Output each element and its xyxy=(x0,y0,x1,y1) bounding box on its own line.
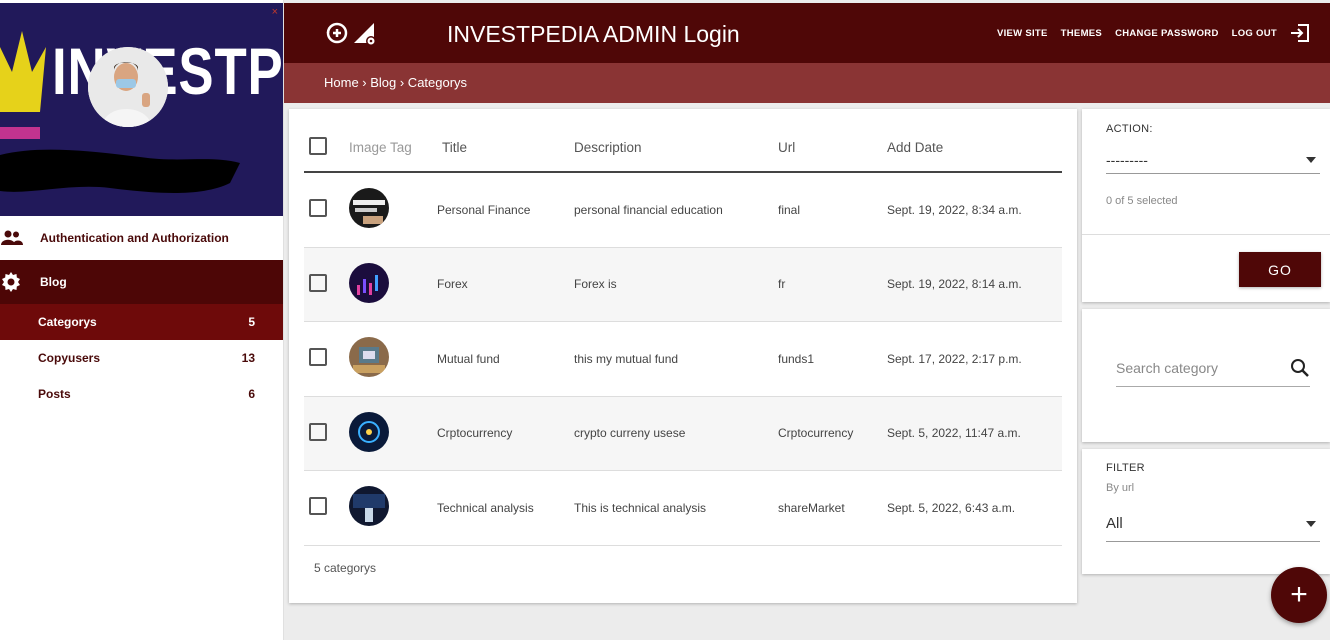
logo-text: INVESTPEDIA xyxy=(52,34,283,108)
column-header[interactable]: Add Date xyxy=(887,140,1057,155)
column-header[interactable]: Title xyxy=(437,140,574,155)
top-bar: INVESTPEDIA ADMIN Login VIEW SITE THEMES… xyxy=(284,3,1330,63)
sidebar-item-posts[interactable]: Posts 6 xyxy=(0,376,283,412)
filter-panel: FILTER By url All xyxy=(1082,449,1330,574)
page-title: INVESTPEDIA ADMIN Login xyxy=(447,21,740,47)
gear-icon xyxy=(0,272,40,292)
url-cell: final xyxy=(778,202,801,217)
table-row: Mutual fund this my mutual fund funds1 S… xyxy=(304,322,1062,397)
sidebar-nav: Authentication and Authorization Blog Ca… xyxy=(0,216,283,412)
column-header[interactable]: Image Tag xyxy=(349,140,437,155)
sidebar-item-copyusers[interactable]: Copyusers 13 xyxy=(0,340,283,376)
row-checkbox[interactable] xyxy=(309,422,327,441)
date-cell: Sept. 19, 2022, 8:14 a.m. xyxy=(887,277,1022,292)
breadcrumb[interactable]: Home › Blog › Categorys xyxy=(284,63,1330,103)
date-cell: Sept. 17, 2022, 2:17 p.m. xyxy=(887,351,1022,366)
view-site-link[interactable]: VIEW SITE xyxy=(997,28,1048,39)
table-row: Crptocurrency crypto curreny usese Crpto… xyxy=(304,396,1062,471)
sidebar-item-categorys[interactable]: Categorys 5 xyxy=(0,304,283,340)
sidebar-item-blog[interactable]: Blog xyxy=(0,260,283,304)
count-badge: 5 xyxy=(248,315,255,329)
top-nav: VIEW SITE THEMES CHANGE PASSWORD LOG OUT xyxy=(997,23,1310,43)
filter-label: FILTER xyxy=(1106,462,1145,474)
result-count: 5 categorys xyxy=(314,561,377,575)
date-cell: Sept. 5, 2022, 6:43 a.m. xyxy=(887,500,1016,515)
close-icon[interactable]: × xyxy=(272,6,278,18)
action-label: ACTION: xyxy=(1106,123,1153,135)
description-cell: Forex is xyxy=(574,277,617,292)
go-button[interactable]: GO xyxy=(1239,252,1321,287)
row-checkbox[interactable] xyxy=(309,273,327,292)
add-button[interactable]: + xyxy=(1271,567,1327,623)
logout-icon[interactable] xyxy=(1290,23,1310,43)
sidebar-item-label: Copyusers xyxy=(38,351,101,365)
count-badge: 13 xyxy=(241,351,255,365)
divider xyxy=(1082,234,1330,235)
avatar xyxy=(88,47,168,127)
thumbnail xyxy=(349,486,389,527)
sidebar-banner: INVESTPEDIA × xyxy=(0,3,283,216)
action-select-value: --------- xyxy=(1106,151,1148,168)
thumbnail xyxy=(349,188,389,229)
banner-accent xyxy=(0,127,40,139)
sidebar-item-label: Posts xyxy=(38,387,71,401)
search-icon[interactable] xyxy=(1290,358,1310,378)
sidebar-item-label: Authentication and Authorization xyxy=(40,231,229,245)
table-row: Technical analysis This is technical ana… xyxy=(304,471,1062,546)
logout-link[interactable]: LOG OUT xyxy=(1232,28,1277,39)
url-cell: shareMarket xyxy=(778,500,845,515)
description-cell: personal financial education xyxy=(574,202,723,217)
results-card: Image Tag Title Description Url Add Date… xyxy=(289,109,1077,603)
chevron-down-icon xyxy=(1306,520,1316,527)
results-table: Image Tag Title Description Url Add Date… xyxy=(304,124,1062,546)
date-cell: Sept. 19, 2022, 8:34 a.m. xyxy=(887,202,1022,217)
date-cell: Sept. 5, 2022, 11:47 a.m. xyxy=(887,426,1021,441)
logo-icon xyxy=(326,22,376,46)
title-link[interactable]: Technical analysis xyxy=(437,501,574,515)
count-badge: 6 xyxy=(248,387,255,401)
thumbnail xyxy=(349,411,389,452)
title-link[interactable]: Crptocurrency xyxy=(437,426,574,440)
sidebar-item-label: Categorys xyxy=(38,315,97,329)
sidebar-item-label: Blog xyxy=(40,275,67,289)
filter-select[interactable]: All xyxy=(1106,506,1320,542)
sidebar-item-auth[interactable]: Authentication and Authorization xyxy=(0,216,283,260)
themes-link[interactable]: THEMES xyxy=(1061,28,1102,39)
action-panel: ACTION: --------- 0 of 5 selected GO xyxy=(1082,109,1330,302)
row-checkbox[interactable] xyxy=(309,199,327,218)
filter-sublabel: By url xyxy=(1106,482,1135,494)
description-cell: this my mutual fund xyxy=(574,351,679,366)
title-link[interactable]: Mutual fund xyxy=(437,352,574,366)
search-panel: Search category xyxy=(1082,309,1330,442)
search-placeholder: Search category xyxy=(1116,359,1218,376)
sidebar: INVESTPEDIA × Authentication and Authori… xyxy=(0,0,284,640)
row-checkbox[interactable] xyxy=(309,497,327,516)
url-cell: funds1 xyxy=(778,351,815,366)
crown-logo xyxy=(0,31,46,112)
selection-status: 0 of 5 selected xyxy=(1106,195,1178,207)
title-link[interactable]: Forex xyxy=(437,277,574,291)
table-row: Forex Forex is fr Sept. 19, 2022, 8:14 a… xyxy=(304,247,1062,322)
url-cell: fr xyxy=(778,277,786,292)
thumbnail xyxy=(349,337,389,378)
thumbnail xyxy=(349,262,389,303)
change-password-link[interactable]: CHANGE PASSWORD xyxy=(1115,28,1219,39)
action-select[interactable]: --------- xyxy=(1106,146,1320,174)
description-cell: This is technical analysis xyxy=(574,500,707,515)
search-input[interactable]: Search category xyxy=(1116,349,1310,387)
column-header[interactable]: Description xyxy=(574,140,778,155)
url-cell: Crptocurrency xyxy=(778,426,854,441)
table-row: Personal Finance personal financial educ… xyxy=(304,173,1062,248)
users-icon xyxy=(0,230,40,246)
filter-select-value: All xyxy=(1106,515,1123,532)
chevron-down-icon xyxy=(1306,156,1316,163)
title-link[interactable]: Personal Finance xyxy=(437,203,574,217)
table-header: Image Tag Title Description Url Add Date xyxy=(304,124,1062,173)
scribble xyxy=(0,149,240,193)
select-all-checkbox[interactable] xyxy=(309,137,327,155)
row-checkbox[interactable] xyxy=(309,348,327,367)
column-header[interactable]: Url xyxy=(778,140,887,155)
description-cell: crypto curreny usese xyxy=(574,426,686,441)
